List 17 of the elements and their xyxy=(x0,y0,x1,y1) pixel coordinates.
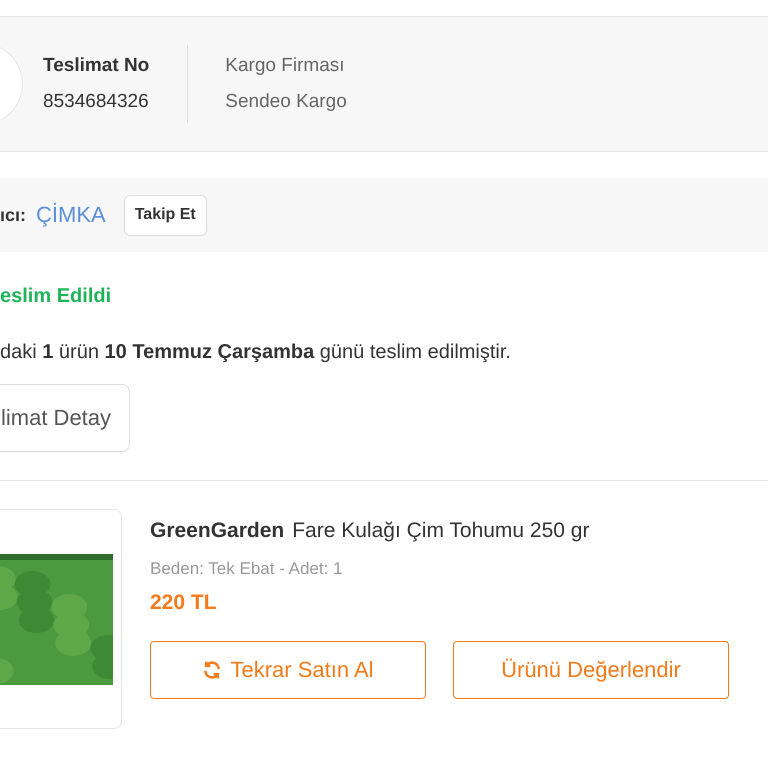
review-button[interactable]: Ürünü Değerlendir xyxy=(453,641,729,699)
product-price: 220 TL xyxy=(150,591,218,615)
delivery-status: eslim Edildi xyxy=(0,285,112,308)
delivery-number-label: Teslimat No xyxy=(43,55,150,77)
rebuy-button[interactable]: Tekrar Satın Al xyxy=(150,641,426,699)
delivery-detail-button[interactable]: limat Detay xyxy=(0,384,130,452)
follow-button[interactable]: Takip Et xyxy=(124,194,207,236)
carrier-label: Kargo Firması xyxy=(225,55,346,77)
carrier-name: Sendeo Kargo xyxy=(225,91,347,113)
delivery-number: 8534684326 xyxy=(43,91,150,113)
refresh-icon xyxy=(202,660,222,680)
product-name: Fare Kulağı Çim Tohumu 250 gr xyxy=(292,519,590,543)
seller-link[interactable]: ÇİMKA xyxy=(36,202,106,228)
product-variant: Beden: Tek Ebat - Adet: 1 xyxy=(150,559,344,579)
seller-label: ıcı: xyxy=(0,204,26,226)
product-brand: GreenGarden xyxy=(150,519,284,543)
delivery-message: daki 1 ürün 10 Temmuz Çarşamba günü teslim edilmiştir. xyxy=(0,341,512,364)
